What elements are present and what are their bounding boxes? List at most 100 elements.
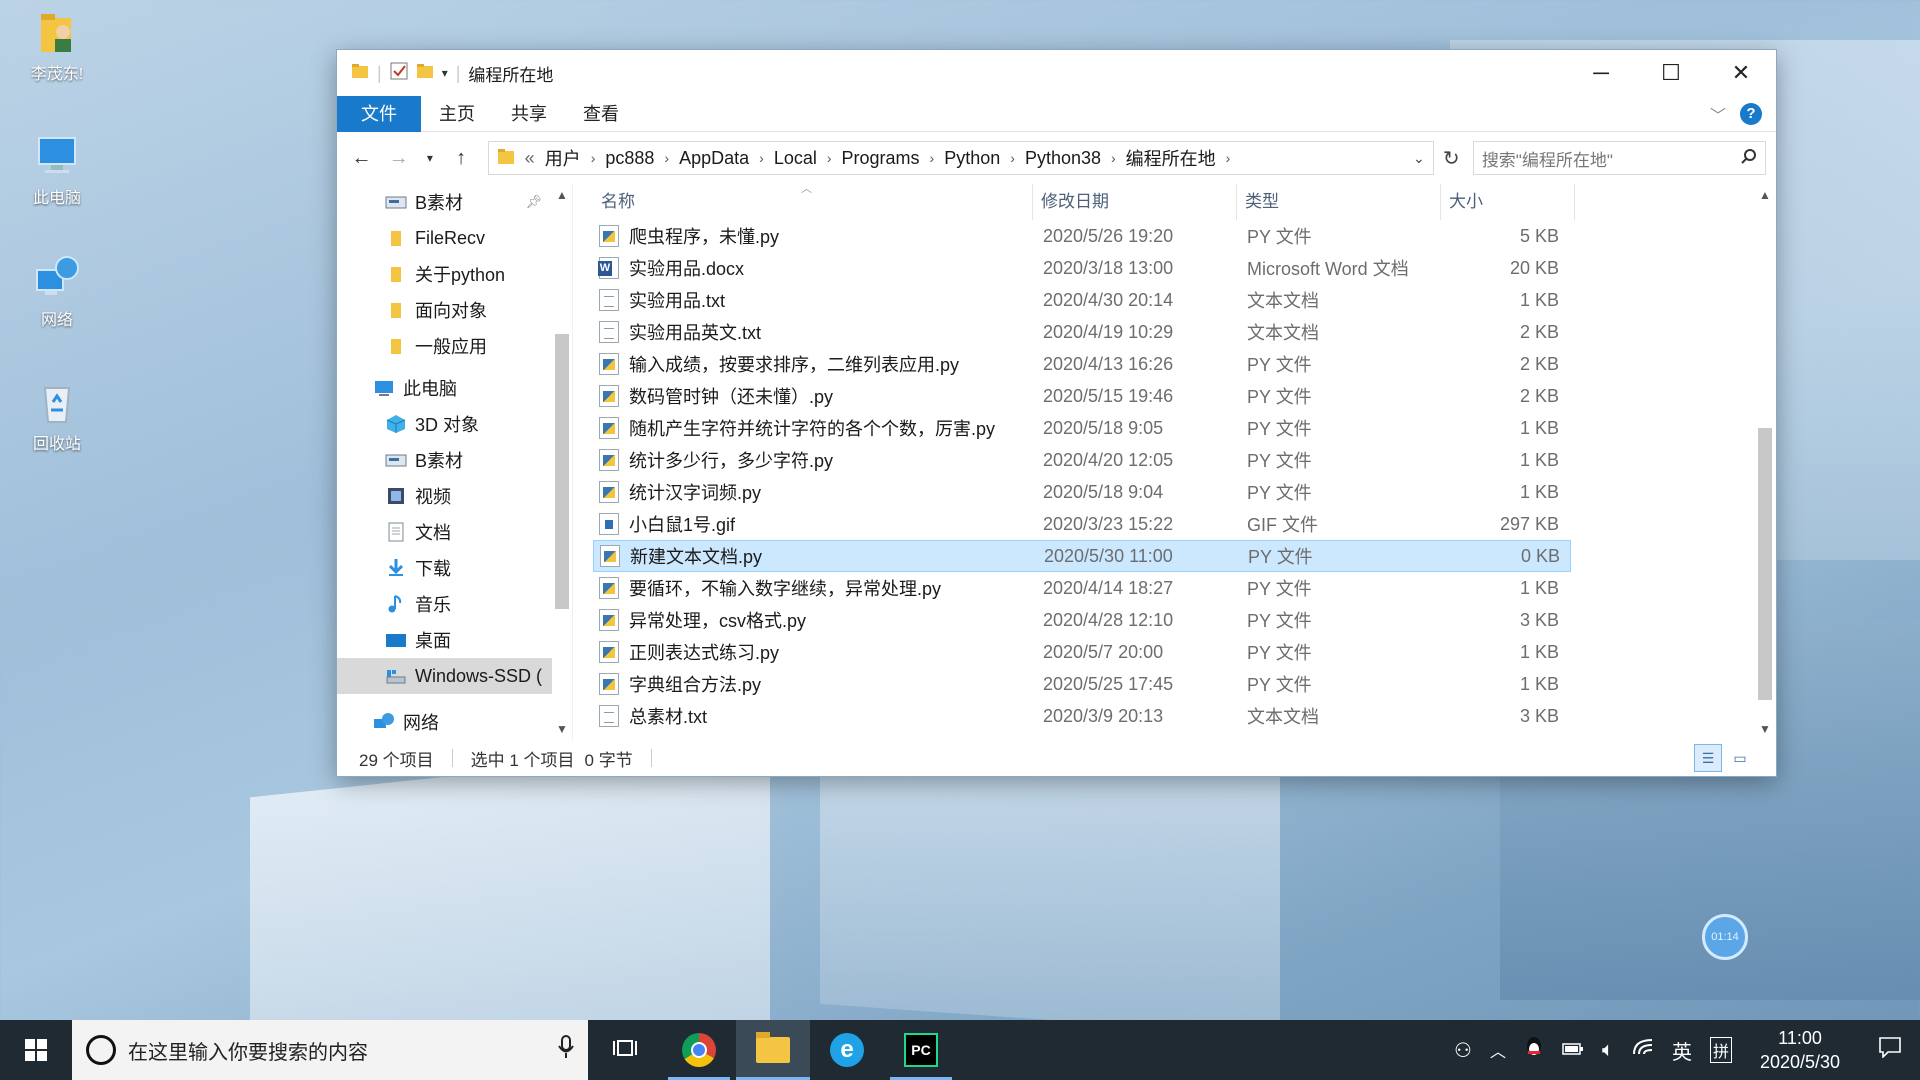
breadcrumb-item[interactable]: Python38 <box>1025 148 1101 169</box>
search-icon[interactable] <box>1741 148 1757 169</box>
breadcrumb-separator-icon[interactable]: › <box>930 150 935 166</box>
scroll-down-arrow-icon[interactable]: ▼ <box>552 722 572 736</box>
battery-icon[interactable] <box>1562 1039 1584 1062</box>
task-view-button[interactable] <box>588 1020 662 1080</box>
details-view-icon[interactable]: ☰ <box>1694 744 1722 772</box>
tab-share[interactable]: 共享 <box>493 96 565 132</box>
help-button[interactable]: ? <box>1740 103 1762 125</box>
maximize-button[interactable]: ☐ <box>1636 50 1706 96</box>
taskbar-pycharm[interactable]: PC <box>884 1020 958 1080</box>
nav-item-this-pc[interactable]: 此电脑 <box>337 370 572 406</box>
breadcrumb-item[interactable]: pc888 <box>605 148 654 169</box>
taskbar-chrome[interactable] <box>662 1020 736 1080</box>
column-header-date[interactable]: 修改日期 <box>1033 184 1237 220</box>
nav-item-b-material[interactable]: B素材 <box>337 442 572 478</box>
scroll-up-arrow-icon[interactable]: ▲ <box>552 188 572 202</box>
breadcrumb-item[interactable]: 用户 <box>545 145 581 171</box>
tab-view[interactable]: 查看 <box>565 96 637 132</box>
breadcrumb-separator-icon[interactable]: › <box>591 150 596 166</box>
start-button[interactable] <box>0 1020 72 1080</box>
nav-item-b-material-pinned[interactable]: B素材 📌︎ <box>337 184 572 220</box>
scrollbar-thumb[interactable] <box>555 334 569 609</box>
taskbar-file-explorer[interactable] <box>736 1020 810 1080</box>
file-row[interactable]: 要循环，不输入数字继续，异常处理.py 2020/4/14 18:27 PY 文件 1… <box>593 572 1571 604</box>
up-arrow-icon[interactable]: ↑ <box>447 147 476 170</box>
file-row[interactable]: 总素材.txt 2020/3/9 20:13 文本文档 3 KB <box>593 700 1571 732</box>
search-box[interactable]: 搜索"编程所在地" <box>1472 141 1767 175</box>
show-hidden-icons-chevron-icon[interactable]: ︿ <box>1490 1038 1506 1062</box>
breadcrumb-separator-icon[interactable]: › <box>1010 150 1015 166</box>
action-center-icon[interactable] <box>1868 1036 1912 1064</box>
nav-pane-scrollbar[interactable]: ▲ ▼ <box>552 184 572 740</box>
desktop-icon-network[interactable]: 网络 <box>14 254 100 330</box>
ime-mode-indicator[interactable]: 拼 <box>1709 1037 1732 1063</box>
file-row[interactable]: 异常处理，csv格式.py 2020/4/28 12:10 PY 文件 3 KB <box>593 604 1571 636</box>
file-row[interactable]: 新建文本文档.py 2020/5/30 11:00 PY 文件 0 KB <box>593 540 1571 572</box>
file-row[interactable]: 爬虫程序，未懂.py 2020/5/26 19:20 PY 文件 5 KB <box>593 220 1571 252</box>
customize-dropdown-icon[interactable]: ▾ <box>442 66 448 80</box>
file-row[interactable]: 正则表达式练习.py 2020/5/7 20:00 PY 文件 1 KB <box>593 636 1571 668</box>
scroll-down-arrow-icon[interactable]: ▼ <box>1754 722 1776 736</box>
scroll-up-arrow-icon[interactable]: ▲ <box>1754 188 1776 202</box>
column-header-name[interactable]: 名称 <box>593 184 1033 220</box>
nav-item-network[interactable]: 网络 <box>337 704 572 740</box>
people-icon[interactable]: ⚇ <box>1454 1038 1472 1063</box>
file-row[interactable]: 实验用品.txt 2020/4/30 20:14 文本文档 1 KB <box>593 284 1571 316</box>
breadcrumb-item[interactable]: Programs <box>842 148 920 169</box>
file-row[interactable]: 实验用品.docx 2020/3/18 13:00 Microsoft Word 文… <box>593 252 1571 284</box>
taskbar-search-box[interactable]: 在这里输入你要搜索的内容 <box>72 1020 588 1080</box>
recording-timer-badge[interactable]: 01:14 <box>1702 914 1748 960</box>
tab-file[interactable]: 文件 <box>337 95 421 132</box>
breadcrumb-separator-icon[interactable]: › <box>1111 150 1116 166</box>
title-bar[interactable]: | ▾ | 编程所在地 ─ ☐ ✕ <box>337 50 1776 96</box>
desktop-icon-user-folder[interactable]: 李茂东! <box>14 8 100 84</box>
qq-icon[interactable] <box>1524 1036 1544 1064</box>
cortana-icon[interactable] <box>86 1035 116 1065</box>
nav-item-music[interactable]: 音乐 <box>337 586 572 622</box>
taskbar-browser[interactable]: e <box>810 1020 884 1080</box>
back-arrow-icon[interactable]: ← <box>347 147 376 170</box>
desktop-icon-recycle-bin[interactable]: 回收站 <box>14 378 100 454</box>
breadcrumb-item[interactable]: 编程所在地 <box>1126 145 1216 171</box>
nav-item-general-apps[interactable]: 一般应用 <box>337 328 572 364</box>
file-row[interactable]: 随机产生字符并统计字符的各个个数，厉害.py 2020/5/18 9:05 PY 文… <box>593 412 1571 444</box>
nav-item-documents[interactable]: 文档 <box>337 514 572 550</box>
breadcrumb-overflow[interactable]: « <box>525 148 535 169</box>
nav-item-oop[interactable]: 面向对象 <box>337 292 572 328</box>
breadcrumb-item[interactable]: Python <box>944 148 1000 169</box>
file-row[interactable]: 输入成绩，按要求排序，二维列表应用.py 2020/4/13 16:26 PY 文件… <box>593 348 1571 380</box>
column-header-type[interactable]: 类型 <box>1237 184 1441 220</box>
refresh-icon[interactable]: ↻ <box>1438 146 1465 171</box>
breadcrumb-separator-icon[interactable]: › <box>827 150 832 166</box>
file-row[interactable]: 统计多少行，多少字符.py 2020/4/20 12:05 PY 文件 1 KB <box>593 444 1571 476</box>
desktop-icon-this-pc[interactable]: 此电脑 <box>14 132 100 208</box>
nav-item-downloads[interactable]: 下载 <box>337 550 572 586</box>
tab-home[interactable]: 主页 <box>421 96 493 132</box>
nav-item-desktop[interactable]: 桌面 <box>337 622 572 658</box>
file-row[interactable]: 小白鼠1号.gif 2020/3/23 15:22 GIF 文件 297 KB <box>593 508 1571 540</box>
close-button[interactable]: ✕ <box>1706 50 1776 96</box>
forward-arrow-icon[interactable]: → <box>384 147 413 170</box>
nav-item-videos[interactable]: 视频 <box>337 478 572 514</box>
recent-locations-chevron-icon[interactable]: ▾ <box>421 151 438 165</box>
breadcrumb-item[interactable]: Local <box>774 148 817 169</box>
volume-icon[interactable]: 🔈︎ <box>1602 1039 1614 1062</box>
scrollbar-thumb[interactable] <box>1758 428 1772 700</box>
expand-ribbon-chevron-icon[interactable]: ﹀ <box>1710 102 1726 126</box>
file-row[interactable]: 实验用品英文.txt 2020/4/19 10:29 文本文档 2 KB <box>593 316 1571 348</box>
microphone-icon[interactable] <box>558 1035 574 1065</box>
file-row[interactable]: 字典组合方法.py 2020/5/25 17:45 PY 文件 1 KB <box>593 668 1571 700</box>
breadcrumb-separator-icon[interactable]: › <box>664 150 669 166</box>
large-icons-view-icon[interactable]: ▭ <box>1726 744 1754 772</box>
minimize-button[interactable]: ─ <box>1566 50 1636 96</box>
nav-item-3d-objects[interactable]: 3D 对象 <box>337 406 572 442</box>
search-input[interactable]: 搜索"编程所在地" <box>1482 146 1613 171</box>
file-list-scrollbar[interactable]: ▲ ▼ <box>1754 184 1776 740</box>
address-history-chevron-icon[interactable]: ⌄ <box>1413 150 1425 167</box>
nav-item-filerecv[interactable]: FileRecv <box>337 220 572 256</box>
breadcrumb-separator-icon[interactable]: › <box>1226 150 1231 166</box>
input-language-indicator[interactable]: 英 <box>1672 1036 1692 1065</box>
taskbar-search-input[interactable]: 在这里输入你要搜索的内容 <box>128 1036 368 1065</box>
nav-item-about-python[interactable]: 关于python <box>337 256 572 292</box>
properties-check-icon[interactable] <box>390 62 408 85</box>
